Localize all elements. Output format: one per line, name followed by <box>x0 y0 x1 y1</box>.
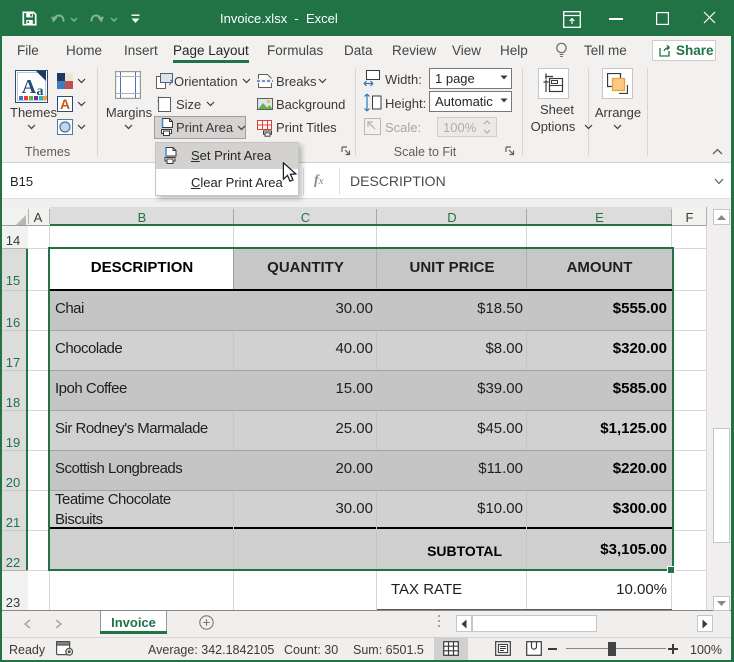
svg-text:A: A <box>60 96 70 112</box>
svg-text:A: A <box>22 76 37 98</box>
